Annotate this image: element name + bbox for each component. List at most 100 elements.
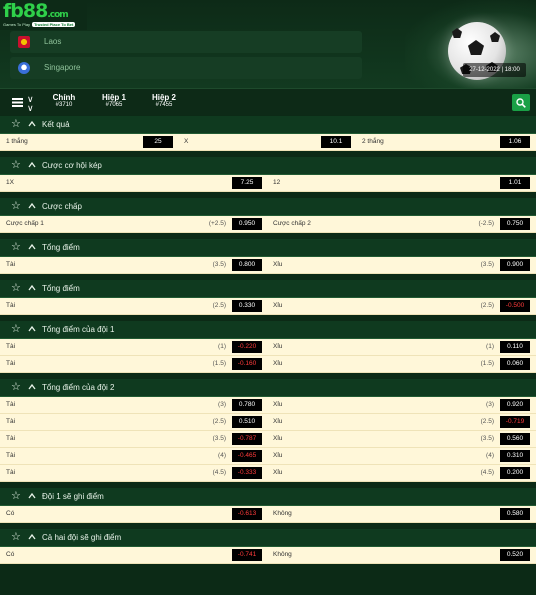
odds-button[interactable]: 0.200 <box>500 467 530 479</box>
home-team-name: Laos <box>44 37 62 46</box>
chevron-up-icon[interactable] <box>28 325 36 333</box>
outcome-label: Tài <box>6 360 16 367</box>
star-favorite-icon[interactable]: ☆ <box>11 119 22 130</box>
tab-hiep-1[interactable]: Hiệp 1 #7065 <box>98 93 130 108</box>
odds-button[interactable]: -0.787 <box>232 433 262 445</box>
outcome-label: Cược chấp 2 <box>273 220 311 227</box>
odds-button[interactable]: 0.310 <box>500 450 530 462</box>
chevron-up-icon[interactable] <box>28 383 36 391</box>
star-favorite-icon[interactable]: ☆ <box>11 532 22 543</box>
outcome-label: Xỉu <box>273 452 283 459</box>
chevron-up-icon[interactable] <box>28 120 36 128</box>
odds-button[interactable]: 0.510 <box>232 416 262 428</box>
tab-code: #7455 <box>155 102 173 108</box>
outcome-label: Tài <box>6 302 16 309</box>
odds-button[interactable]: 1.06 <box>500 136 530 148</box>
star-favorite-icon[interactable]: ☆ <box>11 382 22 393</box>
handicap-value: (1.5) <box>212 360 226 367</box>
brand-name: fb88 <box>3 0 48 22</box>
outcome-label: Xỉu <box>273 302 283 309</box>
handicap-value: (3.5) <box>480 435 494 442</box>
odds-row: Tài (4) -0.465 Xỉu (4) 0.310 <box>0 448 536 465</box>
market-header[interactable]: ☆ Cược cơ hội kép <box>0 157 536 175</box>
list-menu-icon[interactable] <box>12 98 23 107</box>
odds-button[interactable]: 0.920 <box>500 399 530 411</box>
odds-button[interactable]: -0.465 <box>232 450 262 462</box>
odds-button[interactable]: 1.01 <box>500 177 530 189</box>
handicap-value: (1) <box>218 343 226 350</box>
odds-button[interactable]: -0.613 <box>232 508 262 520</box>
odds-button[interactable]: 25 <box>143 136 173 148</box>
odds-row: Tài (4.5) -0.333 Xỉu (4.5) 0.200 <box>0 465 536 482</box>
star-favorite-icon[interactable]: ☆ <box>11 242 22 253</box>
market-header[interactable]: ☆ Tổng điểm <box>0 239 536 257</box>
odds-button[interactable]: 0.580 <box>500 508 530 520</box>
odds-button[interactable]: 0.800 <box>232 259 262 271</box>
odds-button[interactable]: -0.741 <box>232 549 262 561</box>
market-header[interactable]: ☆ Tổng điểm <box>0 280 536 298</box>
odds-button[interactable]: 0.520 <box>500 549 530 561</box>
odds-button[interactable]: -0.719 <box>500 416 530 428</box>
market-header[interactable]: ☆ Cả hai đội sẽ ghi điểm <box>0 529 536 547</box>
market-header[interactable]: ☆ Kết quả <box>0 116 536 134</box>
star-favorite-icon[interactable]: ☆ <box>11 160 22 171</box>
odds-button[interactable]: -0.333 <box>232 467 262 479</box>
odds-row: Tài (3.5) 0.800 Xỉu (3.5) 0.900 <box>0 257 536 274</box>
tab-hiep-2[interactable]: Hiệp 2 #7455 <box>148 93 180 108</box>
handicap-value: (2.5) <box>480 302 494 309</box>
outcome-label: Xỉu <box>273 401 283 408</box>
outcome-label: X <box>184 138 189 145</box>
odds-button[interactable]: 0.330 <box>232 300 262 312</box>
odds-button[interactable]: 0.560 <box>500 433 530 445</box>
double-chevron-down-icon[interactable]: ∨ ∨ <box>27 95 34 113</box>
market-header[interactable]: ☆ Cược chấp <box>0 198 536 216</box>
tab-chinh[interactable]: Chính #3710 <box>50 93 78 108</box>
chevron-up-icon[interactable] <box>28 492 36 500</box>
outcome-label: Có <box>6 510 15 517</box>
star-favorite-icon[interactable]: ☆ <box>11 283 22 294</box>
handicap-value: (1) <box>486 343 494 350</box>
brand-tagline: Games To Play Trusted Place To Bet <box>3 22 76 27</box>
odds-button[interactable]: 0.950 <box>232 218 262 230</box>
singapore-flag-icon <box>18 62 30 74</box>
odds-button[interactable]: 7.25 <box>232 177 262 189</box>
market-header[interactable]: ☆ Tổng điểm của đội 2 <box>0 379 536 397</box>
handicap-value: (+2.5) <box>208 220 226 227</box>
outcome-label: 1X <box>6 179 14 186</box>
star-favorite-icon[interactable]: ☆ <box>11 491 22 502</box>
outcome-label: Không <box>273 551 292 558</box>
handicap-value: (3.5) <box>212 261 226 268</box>
outcome-label: Tài <box>6 452 16 459</box>
odds-button[interactable]: 0.110 <box>500 341 530 353</box>
chevron-up-icon[interactable] <box>28 533 36 541</box>
tab-label: Hiệp 1 <box>101 93 126 102</box>
handicap-value: (3) <box>218 401 226 408</box>
home-team-row: Laos <box>10 31 362 53</box>
handicap-value: (4.5) <box>480 469 494 476</box>
chevron-up-icon[interactable] <box>28 161 36 169</box>
odds-button[interactable]: -0.220 <box>232 341 262 353</box>
tab-code: #3710 <box>55 102 73 108</box>
chevron-up-icon[interactable] <box>28 243 36 251</box>
market-header[interactable]: ☆ Đội 1 sẽ ghi điểm <box>0 488 536 506</box>
market-header[interactable]: ☆ Tổng điểm của đội 1 <box>0 321 536 339</box>
odds-button[interactable]: -0.160 <box>232 358 262 370</box>
star-favorite-icon[interactable]: ☆ <box>11 201 22 212</box>
search-button[interactable] <box>512 94 530 111</box>
odds-row: Tài (3) 0.780 Xỉu (3) 0.920 <box>0 397 536 414</box>
odds-button[interactable]: 0.900 <box>500 259 530 271</box>
odds-button[interactable]: 0.750 <box>500 218 530 230</box>
odds-row: 1X 7.25 12 1.01 <box>0 175 536 192</box>
odds-button[interactable]: 10.1 <box>321 136 351 148</box>
odds-row: Tài (3.5) -0.787 Xỉu (3.5) 0.560 <box>0 431 536 448</box>
odds-button[interactable]: -0.500 <box>500 300 530 312</box>
market-title: Tổng điểm <box>42 284 80 293</box>
chevron-up-icon[interactable] <box>28 202 36 210</box>
odds-button[interactable]: 0.780 <box>232 399 262 411</box>
chevron-up-icon[interactable] <box>28 284 36 292</box>
brand-logo[interactable]: fb88.com Games To Play Trusted Place To B… <box>0 0 87 30</box>
odds-button[interactable]: 0.060 <box>500 358 530 370</box>
odds-row: 1 thắng 25 X 10.1 2 thắng 1.06 <box>0 134 536 151</box>
market-title: Cược chấp <box>42 202 82 211</box>
star-favorite-icon[interactable]: ☆ <box>11 324 22 335</box>
